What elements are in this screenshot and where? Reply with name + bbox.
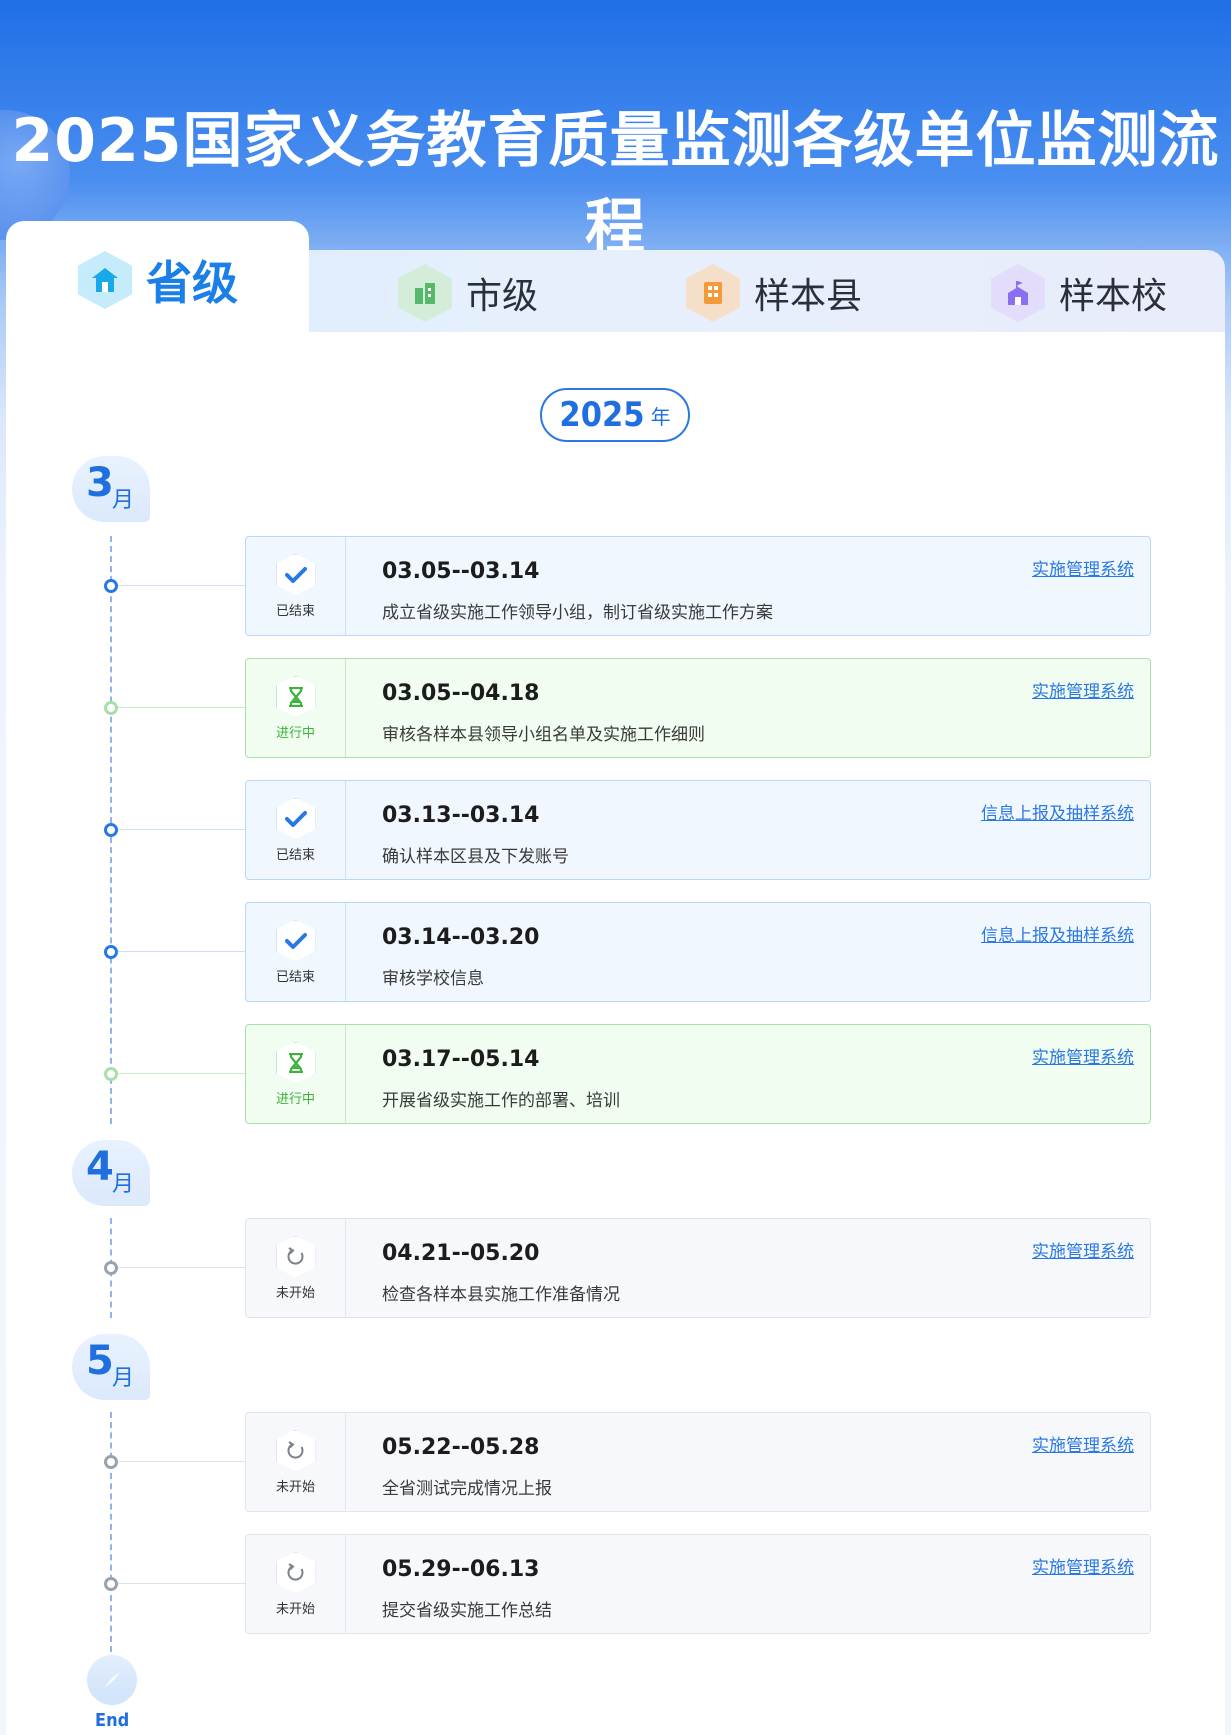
task-status: 已结束	[246, 781, 346, 879]
tab-label: 省级	[146, 256, 238, 310]
system-link[interactable]: 实施管理系统	[1032, 1237, 1134, 1262]
task-status: 进行中	[246, 1025, 346, 1123]
month-marker-march: 3 月	[72, 456, 150, 522]
timeline-dot	[104, 1577, 118, 1591]
tab-label: 市级	[466, 276, 539, 317]
month-marker-april: 4 月	[72, 1140, 150, 1206]
task-description: 全省测试完成情况上报	[382, 1479, 552, 1499]
connector-line	[118, 1583, 246, 1584]
task-description: 审核各样本县领导小组名单及实施工作细则	[382, 725, 705, 745]
system-link[interactable]: 实施管理系统	[1032, 555, 1134, 580]
tab-city[interactable]: 市级	[398, 264, 538, 322]
tab-school[interactable]: 样本校	[991, 264, 1167, 322]
connector-line	[118, 829, 246, 830]
year-unit: 年	[650, 404, 671, 429]
timeline-dot	[104, 701, 118, 715]
refresh-icon	[275, 1235, 316, 1278]
timeline-dot	[104, 579, 118, 593]
task-card: 已结束 03.14--03.20 审核学校信息 信息上报及抽样系统	[245, 902, 1151, 1002]
task-description: 开展省级实施工作的部署、培训	[382, 1091, 620, 1111]
compass-icon	[87, 1655, 137, 1705]
province-building-icon	[78, 251, 132, 309]
status-label: 已结束	[275, 603, 315, 619]
school-icon	[991, 264, 1045, 322]
refresh-icon	[275, 1429, 316, 1472]
task-description: 成立省级实施工作领导小组，制订省级实施工作方案	[382, 603, 773, 623]
task-card: 已结束 03.13--03.14 确认样本区县及下发账号 信息上报及抽样系统	[245, 780, 1151, 880]
year-badge: 2025 年	[540, 388, 690, 442]
connector-line	[118, 707, 246, 708]
hourglass-icon	[275, 1041, 316, 1084]
status-label: 已结束	[275, 847, 315, 863]
connector-line	[118, 585, 246, 586]
task-status: 已结束	[246, 903, 346, 1001]
task-date: 03.05--04.18	[382, 681, 540, 706]
timeline-dot	[104, 1067, 118, 1081]
task-date: 03.05--03.14	[382, 559, 540, 584]
system-link[interactable]: 实施管理系统	[1032, 1553, 1134, 1578]
status-label: 进行中	[275, 1091, 315, 1107]
month-unit: 月	[112, 1172, 135, 1197]
task-description: 确认样本区县及下发账号	[382, 847, 569, 867]
task-status: 已结束	[246, 537, 346, 635]
status-label: 未开始	[275, 1479, 315, 1495]
timeline-dot	[104, 1455, 118, 1469]
hourglass-icon	[275, 675, 316, 718]
timeline-dot	[104, 823, 118, 837]
task-status: 进行中	[246, 659, 346, 757]
month-number: 5	[86, 1338, 114, 1384]
county-building-icon	[686, 264, 740, 322]
system-link[interactable]: 实施管理系统	[1032, 1043, 1134, 1068]
task-status: 未开始	[246, 1413, 346, 1511]
status-label: 未开始	[275, 1285, 315, 1301]
tab-province[interactable]: 省级	[6, 221, 309, 341]
task-card: 进行中 03.05--04.18 审核各样本县领导小组名单及实施工作细则 实施管…	[245, 658, 1151, 758]
status-label: 进行中	[275, 725, 315, 741]
status-label: 未开始	[275, 1601, 315, 1617]
check-icon	[275, 797, 316, 840]
task-card: 未开始 05.29--06.13 提交省级实施工作总结 实施管理系统	[245, 1534, 1151, 1634]
task-date: 05.22--05.28	[382, 1435, 540, 1460]
tab-county[interactable]: 样本县	[686, 264, 862, 322]
task-status: 未开始	[246, 1219, 346, 1317]
connector-line	[118, 1073, 246, 1074]
system-link[interactable]: 实施管理系统	[1032, 677, 1134, 702]
task-date: 03.17--05.14	[382, 1047, 540, 1072]
month-unit: 月	[112, 488, 135, 513]
status-label: 已结束	[275, 969, 315, 985]
task-card: 未开始 04.21--05.20 检查各样本县实施工作准备情况 实施管理系统	[245, 1218, 1151, 1318]
task-card: 未开始 05.22--05.28 全省测试完成情况上报 实施管理系统	[245, 1412, 1151, 1512]
timeline-dot	[104, 1261, 118, 1275]
refresh-icon	[275, 1551, 316, 1594]
task-description: 检查各样本县实施工作准备情况	[382, 1285, 620, 1305]
check-icon	[275, 919, 316, 962]
month-number: 4	[86, 1144, 114, 1190]
task-description: 提交省级实施工作总结	[382, 1601, 552, 1621]
check-icon	[275, 553, 316, 596]
system-link[interactable]: 信息上报及抽样系统	[981, 799, 1134, 824]
tab-label: 样本县	[754, 276, 863, 317]
task-description: 审核学校信息	[382, 969, 484, 989]
task-card: 已结束 03.05--03.14 成立省级实施工作领导小组，制订省级实施工作方案…	[245, 536, 1151, 636]
task-date: 05.29--06.13	[382, 1557, 540, 1582]
task-card: 进行中 03.17--05.14 开展省级实施工作的部署、培训 实施管理系统	[245, 1024, 1151, 1124]
connector-line	[118, 1267, 246, 1268]
city-building-icon	[398, 264, 452, 322]
timeline-line	[110, 1412, 112, 1652]
connector-line	[118, 1461, 246, 1462]
timeline-dot	[104, 945, 118, 959]
system-link[interactable]: 信息上报及抽样系统	[981, 921, 1134, 946]
task-status: 未开始	[246, 1535, 346, 1633]
month-number: 3	[86, 460, 114, 506]
tab-label: 样本校	[1059, 276, 1168, 317]
connector-line	[118, 951, 246, 952]
system-link[interactable]: 实施管理系统	[1032, 1431, 1134, 1456]
month-marker-may: 5 月	[72, 1334, 150, 1400]
year-number: 2025	[559, 395, 645, 435]
task-date: 04.21--05.20	[382, 1241, 540, 1266]
end-label: End	[95, 1710, 130, 1731]
month-unit: 月	[112, 1366, 135, 1391]
